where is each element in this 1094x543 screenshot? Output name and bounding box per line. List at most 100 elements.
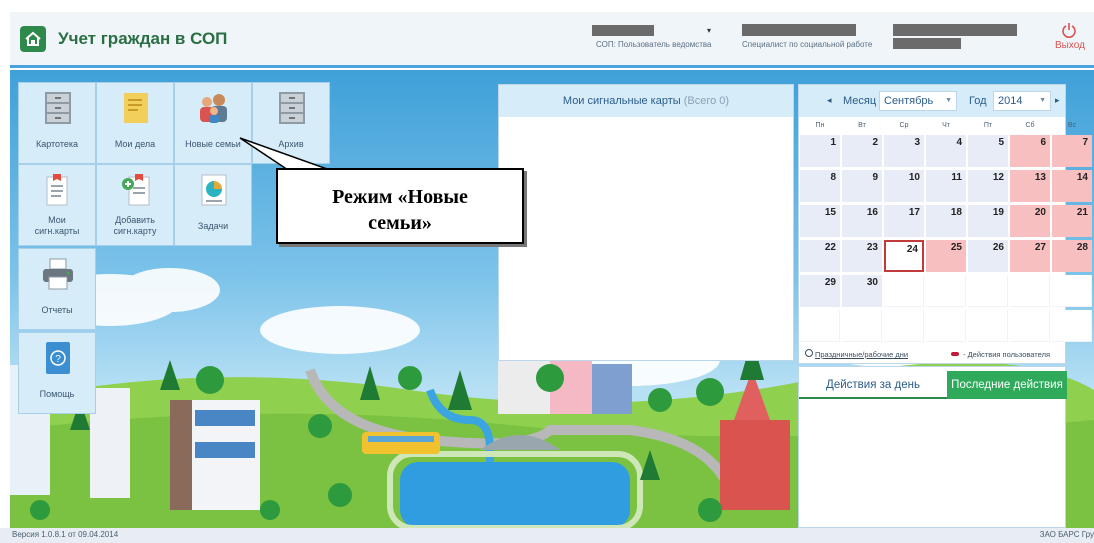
tile-help[interactable]: ? Помощь	[18, 332, 96, 414]
tab-recent-actions[interactable]: Последние действия	[947, 371, 1067, 399]
tab-actions-day[interactable]: Действия за день	[799, 371, 947, 399]
redacted-specialist-name	[742, 24, 856, 36]
calendar-navigation: ◂ Месяц Сентябрь ▼ Год 2014 ▼ ▸	[799, 85, 1065, 117]
svg-text:?: ?	[55, 354, 61, 365]
calendar-day[interactable]: 25	[926, 240, 966, 272]
calendar-empty-cell	[926, 275, 966, 307]
callout-annotation: Режим «Новые семьи»	[276, 168, 524, 244]
tile-add-signal-card[interactable]: Добавить сигн.карту	[96, 164, 174, 246]
tile-kartoteka[interactable]: Картотека	[18, 82, 96, 164]
calendar-day[interactable]: 12	[968, 170, 1008, 202]
weekday-header: Чт	[942, 122, 950, 129]
calendar-empty-cell	[884, 310, 924, 342]
app-footer: Версия 1.0.8.1 от 09.04.2014 ЗАО БАРС Гр…	[0, 528, 1094, 543]
calendar-day[interactable]: 2	[842, 135, 882, 167]
tile-archive[interactable]: Архив	[252, 82, 330, 164]
holidays-legend-link[interactable]: Праздничные/рабочие дни	[815, 350, 908, 359]
version-text: Версия 1.0.8.1 от 09.04.2014	[12, 530, 119, 539]
signal-cards-panel: Мои сигнальные карты (Всего 0)	[498, 84, 794, 361]
calendar-day[interactable]: 13	[1010, 170, 1050, 202]
calendar-day[interactable]: 10	[884, 170, 924, 202]
calendar-day[interactable]: 20	[1010, 205, 1050, 237]
user-role-text: СОП: Пользователь ведомства	[596, 40, 712, 49]
weekday-header: Вс	[1067, 122, 1077, 129]
calendar-day[interactable]: 14	[1052, 170, 1092, 202]
tile-label: Отчеты	[41, 305, 73, 315]
exit-button[interactable]: Выход	[1055, 40, 1085, 51]
calendar-day[interactable]: 23	[842, 240, 882, 272]
calendar-empty-cell	[968, 310, 1008, 342]
signal-cards-header: Мои сигнальные карты (Всего 0)	[499, 85, 793, 117]
weekday-header: Сб	[1025, 122, 1035, 129]
calendar-day-today[interactable]: 24	[884, 240, 924, 272]
calendar-day[interactable]: 6	[1010, 135, 1050, 167]
calendar-day[interactable]: 18	[926, 205, 966, 237]
app-header: Учет граждан в СОП ▾ СОП: Пользователь в…	[0, 0, 1094, 72]
calendar-day[interactable]: 4	[926, 135, 966, 167]
calendar-day[interactable]: 29	[800, 275, 840, 307]
calendar-day[interactable]: 21	[1052, 205, 1092, 237]
weekday-header: Пн	[815, 122, 825, 129]
signal-cards-title: Мои сигнальные карты	[562, 95, 681, 107]
user-position-text: Специалист по социальной работе	[742, 40, 873, 49]
home-logo-icon[interactable]	[20, 26, 46, 52]
family-icon	[200, 94, 227, 123]
calendar-day[interactable]: 17	[884, 205, 924, 237]
calendar-day[interactable]: 7	[1052, 135, 1092, 167]
calendar-empty-cell	[842, 310, 882, 342]
weekday-header: Вт	[858, 122, 866, 129]
tile-new-families[interactable]: Новые семьи	[174, 82, 252, 164]
year-select-value: 2014	[998, 95, 1023, 107]
calendar-day[interactable]: 30	[842, 275, 882, 307]
printer-icon	[43, 258, 73, 290]
tile-label: Мои дела	[114, 139, 156, 149]
file-cabinet-icon	[45, 92, 71, 124]
month-label: Месяц	[843, 95, 877, 107]
calendar-day[interactable]: 26	[968, 240, 1008, 272]
calendar-day[interactable]: 16	[842, 205, 882, 237]
callout-line-1: Режим «Новые	[332, 186, 468, 208]
chart-icon	[201, 174, 227, 206]
redacted-user-name	[592, 25, 654, 36]
archive-icon	[279, 92, 305, 124]
calendar-day[interactable]: 5	[968, 135, 1008, 167]
tile-tasks[interactable]: Задачи	[174, 164, 252, 246]
calendar-day[interactable]: 15	[800, 205, 840, 237]
next-month-arrow-icon[interactable]: ▸	[1055, 95, 1060, 106]
callout-text: Режим «Новые семьи»	[278, 184, 522, 236]
calendar-day[interactable]: 28	[1052, 240, 1092, 272]
folder-icon	[124, 93, 148, 123]
redacted-organization-line2	[893, 38, 961, 49]
help-icon: ?	[46, 342, 70, 374]
calendar-day[interactable]: 1	[800, 135, 840, 167]
callout-line-2: семьи»	[368, 212, 432, 234]
calendar-empty-cell	[926, 310, 966, 342]
calendar-day[interactable]: 3	[884, 135, 924, 167]
tile-my-cases[interactable]: Мои дела	[96, 82, 174, 164]
user-dropdown-caret-icon[interactable]: ▾	[707, 26, 711, 35]
calendar-day[interactable]: 8	[800, 170, 840, 202]
weekday-header: Ср	[899, 122, 909, 129]
calendar-day[interactable]: 27	[1010, 240, 1050, 272]
year-select[interactable]: 2014 ▼	[993, 91, 1051, 111]
calendar-day[interactable]: 19	[968, 205, 1008, 237]
tile-label: Добавить сигн.карту	[113, 215, 157, 236]
document-icon	[46, 174, 68, 206]
calendar-empty-cell	[1052, 275, 1092, 307]
tile-label: Архив	[278, 139, 304, 149]
calendar-empty-cell	[968, 275, 1008, 307]
calendar-day[interactable]: 11	[926, 170, 966, 202]
calendar-day[interactable]: 22	[800, 240, 840, 272]
tile-label: Новые семьи	[185, 139, 241, 149]
user-actions-marker-icon	[951, 352, 959, 356]
calendar-day[interactable]: 9	[842, 170, 882, 202]
signal-cards-count: (Всего 0)	[683, 95, 730, 107]
month-select[interactable]: Сентябрь ▼	[879, 91, 957, 111]
calendar-empty-cell	[800, 310, 840, 342]
prev-month-arrow-icon[interactable]: ◂	[827, 95, 832, 106]
clock-icon	[805, 349, 813, 357]
user-actions-legend: - Действия пользователя	[963, 350, 1051, 359]
tile-my-signal-cards[interactable]: Мои сигн.карты	[18, 164, 96, 246]
chevron-down-icon: ▼	[1039, 97, 1046, 104]
tile-reports[interactable]: Отчеты	[18, 248, 96, 330]
